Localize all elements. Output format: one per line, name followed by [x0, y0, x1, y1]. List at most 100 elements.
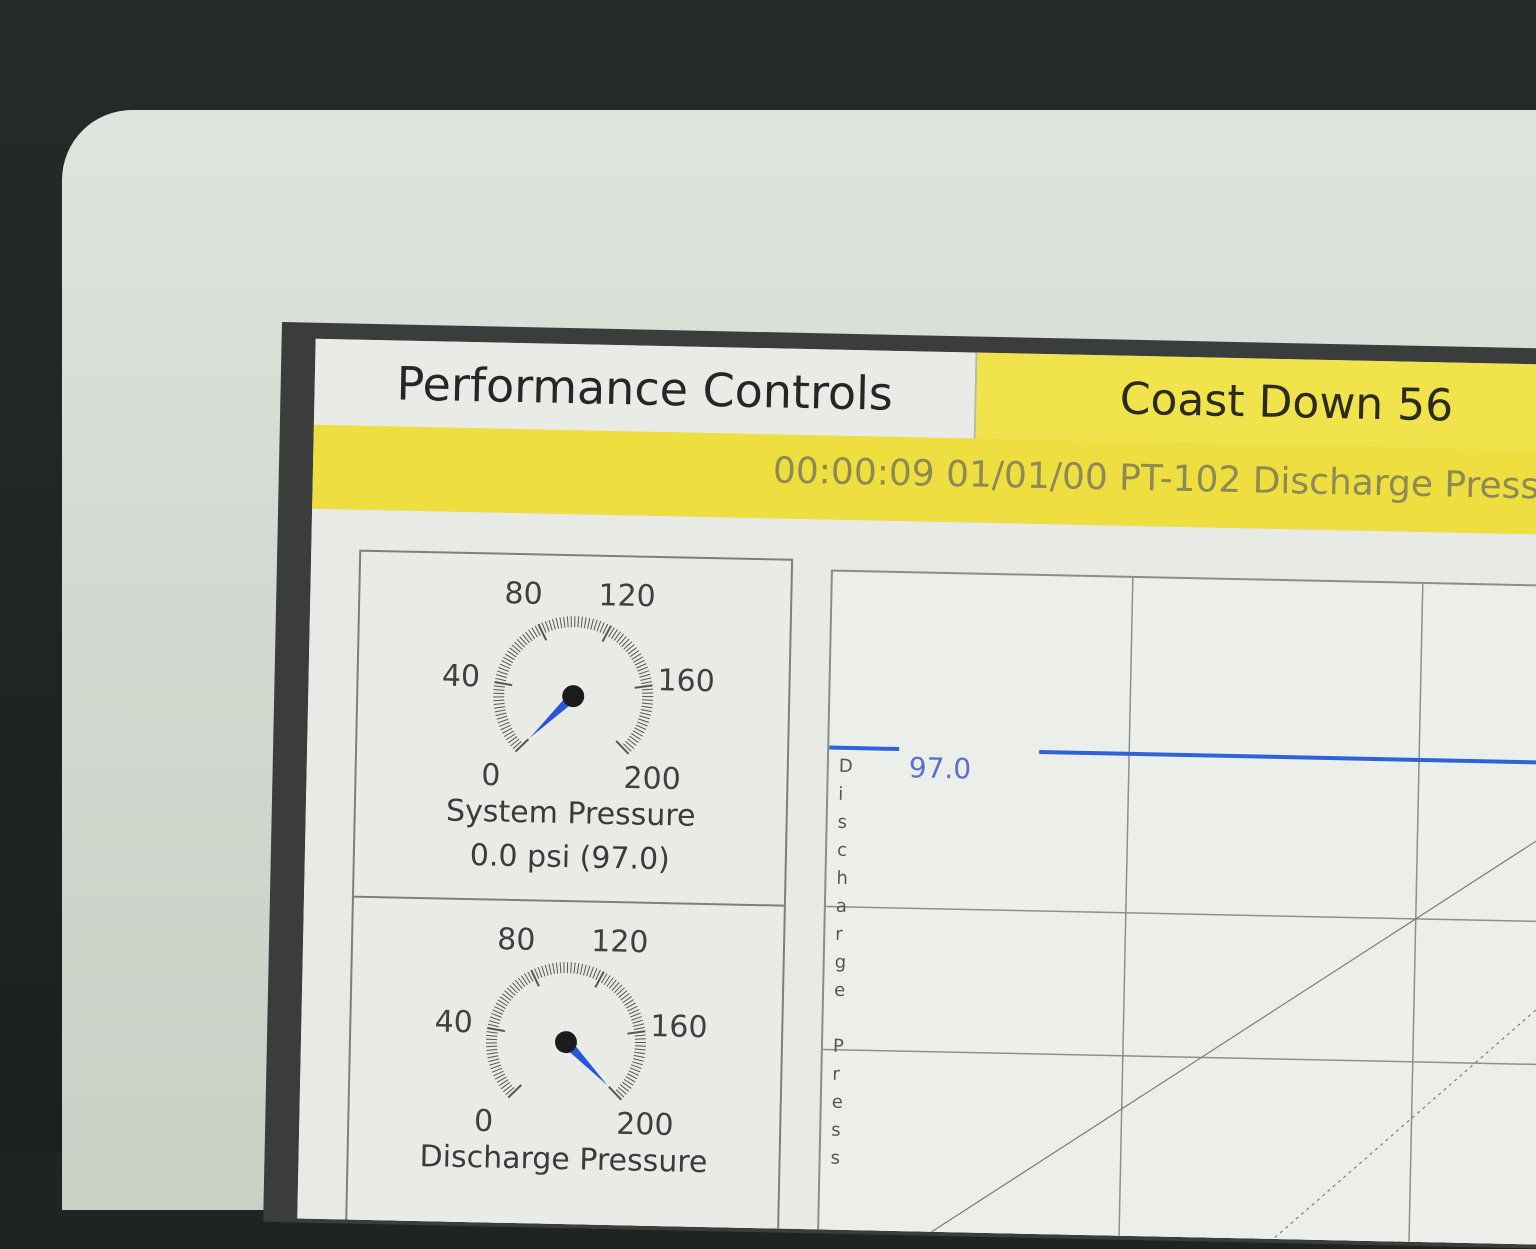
trend-diagonal	[899, 793, 1536, 1245]
gauge-tick	[486, 1046, 497, 1047]
discharge-pressure-title: Discharge Pressure	[348, 1138, 779, 1182]
system-pressure-gauge: 04080120160200	[421, 573, 726, 799]
gauge-tick	[642, 700, 653, 701]
gauge-tick	[545, 621, 549, 631]
gauge-tick	[486, 1043, 497, 1044]
gauge-tick	[498, 668, 508, 672]
trend-chart: Discharge Press 97.0	[819, 572, 1536, 1245]
gauge-tick	[560, 962, 561, 973]
gauge-tick	[549, 964, 552, 975]
trend-axis-letter: s	[830, 1148, 840, 1169]
gauge-tick	[493, 700, 504, 701]
gauge-tick	[494, 686, 505, 687]
trend-diagonal	[1249, 961, 1536, 1245]
gauge-tick	[491, 1013, 501, 1017]
system-pressure-title: System Pressure	[355, 792, 786, 836]
gauge-tick	[640, 678, 651, 681]
trend-axis-letter: e	[832, 1092, 844, 1113]
gauge-tick	[494, 703, 505, 705]
trend-axis-letter: h	[836, 868, 848, 889]
trend-axis-letter: e	[834, 980, 846, 1001]
gauge-tick-label: 40	[434, 1005, 473, 1041]
gauge-tick	[486, 1035, 497, 1036]
gauge-tick	[641, 709, 652, 711]
trend-axis-letter: i	[838, 784, 843, 805]
gauge-tick	[494, 706, 505, 708]
gauge-tick	[571, 616, 572, 627]
gauge-tick	[487, 1028, 505, 1031]
gauge-tick	[581, 617, 582, 628]
gauge-tick	[633, 1024, 644, 1027]
gauge-tick	[635, 1039, 646, 1040]
gauge-tick	[642, 703, 653, 704]
gauge-tick	[571, 962, 572, 973]
trend-axis-letter: r	[835, 924, 843, 945]
alarm-message: 00:00:09 01/01/00 PT-102 Discharge Press…	[773, 450, 1536, 508]
gauge-tick	[587, 966, 590, 977]
gauge-tick	[489, 1062, 500, 1066]
gauge-tick	[642, 689, 653, 690]
gauge-tick	[563, 617, 565, 628]
gauge-tick	[494, 682, 512, 685]
gauge-tick	[591, 619, 594, 630]
gauge-tick	[545, 965, 548, 976]
trend-diagonal-lines	[899, 793, 1536, 1245]
gauge-tick-label: 200	[623, 761, 681, 797]
gauge-tick	[538, 967, 542, 977]
gauge-tick	[635, 1035, 646, 1036]
tab-performance-label: Performance Controls	[396, 356, 893, 420]
gauge-tick-label: 120	[591, 924, 649, 960]
gauge-tick-label: 160	[657, 663, 715, 699]
gauge-tick	[560, 617, 562, 628]
gauge-tick	[538, 624, 547, 640]
gauge-tick-label: 120	[598, 578, 656, 614]
trend-value-label: 97.0	[908, 751, 971, 785]
gauge-tick	[498, 719, 508, 723]
gauge-tick	[499, 722, 509, 727]
trend-gridline	[826, 907, 1536, 923]
trend-gridline	[1119, 578, 1133, 1245]
tab-performance-controls[interactable]: Performance Controls	[314, 339, 978, 439]
tab-coast-down[interactable]: Coast Down 56	[976, 353, 1536, 452]
discharge-pressure-panel: 04080120160200 Discharge Pressure	[345, 896, 786, 1245]
gauge-tick	[595, 971, 604, 987]
gauge-tick	[632, 1062, 643, 1065]
gauge-tick	[641, 706, 652, 708]
gauge-tick	[600, 622, 604, 632]
discharge-pressure-trend[interactable]: Discharge Press 97.0	[817, 570, 1536, 1245]
gauge-tick	[493, 697, 504, 698]
gauge-tick	[631, 1016, 641, 1020]
gauge-tick-label: 0	[481, 758, 501, 793]
tab-coast-label: Coast Down 56	[1119, 373, 1453, 431]
gauge-tick	[493, 1010, 503, 1014]
trend-gridline	[1409, 584, 1423, 1245]
gauge-tick	[556, 618, 559, 629]
trend-axis-letter: g	[834, 952, 846, 973]
trend-grid	[819, 572, 1536, 1245]
trend-gridline	[823, 1049, 1536, 1065]
gauge-tick-label: 40	[442, 659, 481, 695]
gauge-tick	[640, 674, 651, 677]
gauge-tick	[597, 621, 601, 631]
gauge-tick	[490, 1017, 501, 1020]
gauge-tick	[634, 1027, 645, 1029]
gauge-tick	[531, 970, 540, 986]
gauge-tick	[496, 675, 507, 678]
hmi-screen-frame: Performance Controls Coast Down 56 00:00…	[263, 322, 1536, 1249]
gauge-tick	[488, 1059, 499, 1062]
gauge-tick	[488, 1056, 499, 1059]
gauge-tick	[497, 716, 508, 720]
gauge-tick	[549, 620, 553, 630]
gauge-tick	[552, 963, 554, 974]
gauge-tick	[491, 1065, 501, 1069]
system-pressure-panel: 04080120160200 System Pressure 0.0 psi (…	[352, 550, 793, 909]
gauge-tick	[627, 1031, 645, 1034]
gauge-tick-label: 80	[497, 922, 536, 958]
trend-axis-letter: a	[836, 896, 847, 917]
trend-axis-label: Discharge Press	[830, 756, 853, 1169]
gauge-tick	[633, 1059, 644, 1062]
trend-axis-letter: D	[839, 756, 853, 777]
gauge-tick	[495, 678, 506, 680]
gauge-tick	[588, 618, 590, 629]
gauge-tick	[634, 1052, 645, 1054]
